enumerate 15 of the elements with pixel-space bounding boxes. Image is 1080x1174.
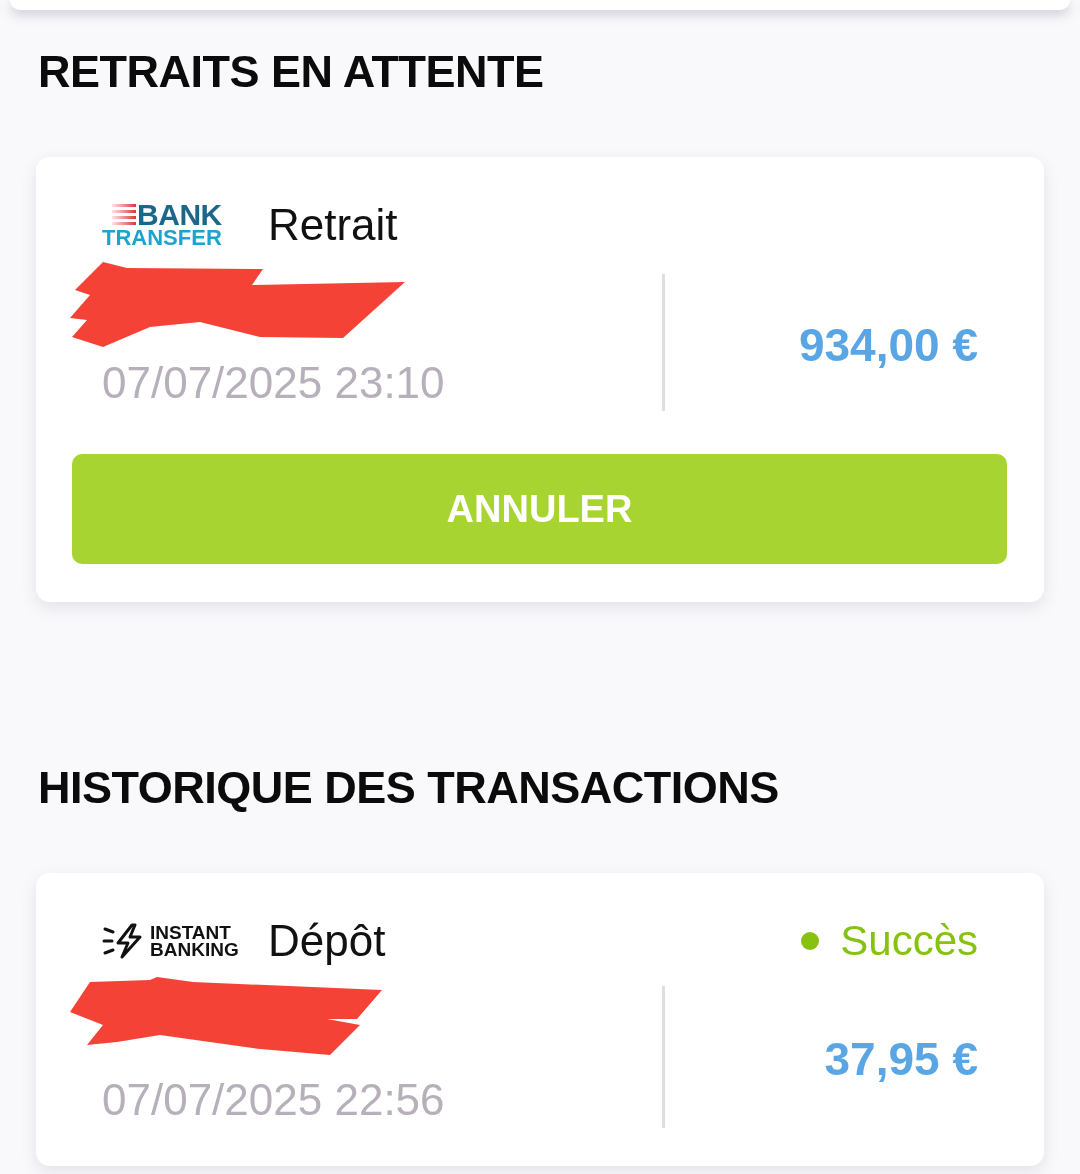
logo-text: BANK	[137, 202, 222, 228]
section-heading: HISTORIQUE DES TRANSACTIONS	[37, 761, 780, 815]
transaction-date: 07/07/2025 23:10	[102, 357, 446, 409]
stripes-icon	[112, 204, 137, 226]
section-heading: RETRAITS EN ATTENTE	[37, 45, 545, 99]
transaction-amount: 934,00 €	[798, 317, 978, 373]
transaction-date: 07/07/2025 22:56	[102, 1074, 446, 1126]
transaction-type: Retrait	[268, 199, 398, 251]
status-label: Succès	[840, 916, 978, 966]
logo-text: INSTANT	[150, 924, 232, 941]
transaction-type: Dépôt	[268, 915, 386, 967]
logo-text: TRANSFER	[102, 228, 222, 248]
transaction-amount: 37,95 €	[824, 1032, 978, 1087]
cancel-button[interactable]: ANNULER	[72, 454, 1007, 564]
logo-text: BANKING	[150, 941, 239, 958]
